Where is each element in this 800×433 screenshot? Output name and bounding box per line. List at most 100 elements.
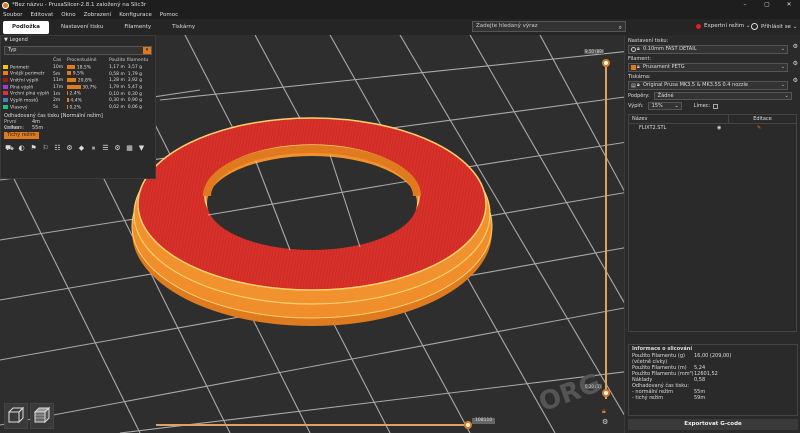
object-list: Název Editace FLIXT2.STL ◉ ✎ (628, 114, 797, 332)
feature-color-swatch (3, 77, 8, 82)
sliced-object-ring[interactable] (131, 117, 493, 326)
supports-label: Podpěry: (628, 93, 650, 99)
travel-icon[interactable]: ⛟ (4, 144, 15, 154)
tab-bar: Podložka Nastavení tisku Filamenty Tiská… (0, 19, 800, 35)
edit-icon[interactable]: ✎ (757, 124, 761, 132)
feature-weight: 0,90 g (127, 98, 143, 104)
list-item[interactable]: FLIXT2.STL ◉ ✎ (629, 124, 796, 132)
tab-plater[interactable]: Podložka (3, 20, 49, 34)
deretractions-icon[interactable]: ⚐ (40, 144, 51, 154)
supports-row: Podpěry: Žádné ⌄ (625, 91, 800, 101)
menu-edit[interactable]: Editovat (30, 12, 53, 18)
legend-row[interactable]: Výplň mostů 2m 4,4% 0,30 m 0,90 g (3, 97, 155, 104)
tab-print-settings[interactable]: Nastavení tisku (52, 21, 112, 34)
legend-row[interactable]: Vlasový 5s 0,2% 0,02 m 0,06 g (3, 104, 155, 111)
menu-help[interactable]: Pomoc (160, 12, 178, 18)
supports-select[interactable]: Žádné ⌄ (653, 92, 792, 100)
printer-profile-select[interactable]: ▤ 🔒︎ Original Prusa MK3.5 & MK3.5S 0.4 n… (628, 81, 788, 90)
object-name: FLIXT2.STL (639, 125, 667, 131)
feature-percent: 0,2% (69, 105, 81, 111)
lock-icon[interactable]: 🔒︎ (602, 407, 606, 416)
feature-time: 10m (53, 64, 64, 70)
menu-configuration[interactable]: Konfigurace (119, 12, 152, 18)
layer-slider-top-knob[interactable] (602, 59, 610, 67)
feature-weight: 1,79 g (127, 71, 143, 77)
feature-name: Vlasový (10, 105, 28, 111)
feature-color-swatch (3, 64, 8, 69)
legend-panel: ▼ Legend Typ ▾ Čas Procentuálně Použito … (0, 35, 156, 179)
cog-icon[interactable]: ⚙ (112, 144, 123, 154)
login-button[interactable]: Přihlásit se ⌄ (751, 23, 797, 30)
feature-length: 0,10 m (109, 91, 125, 97)
move-slider[interactable] (156, 421, 472, 429)
feature-time: 17m (53, 84, 64, 90)
3d-view-button[interactable] (4, 403, 28, 429)
custom-gcodes-icon[interactable]: ☰ (100, 144, 111, 154)
legend-row[interactable]: Vnější perimetr 5m 9,5% 0,58 m 1,79 g (3, 71, 155, 78)
feature-percent: 20,8% (77, 78, 93, 84)
tool-marker-icon[interactable]: ▼ (136, 144, 147, 154)
seams-icon[interactable]: ☷ (52, 144, 63, 154)
tab-printers[interactable]: Tiskárny (163, 21, 204, 34)
search-icon[interactable]: ⌕ (619, 23, 622, 32)
maximize-button[interactable]: ▢ (756, 0, 778, 10)
percent-bar (67, 64, 76, 69)
tool-changes-icon[interactable]: ⚙ (64, 144, 75, 154)
feature-name: Výplň mostů (10, 98, 39, 104)
minimize-button[interactable]: – (734, 0, 756, 10)
infill-select[interactable]: 15% ⌄ (647, 102, 682, 110)
move-slider-knob[interactable] (464, 421, 472, 429)
menu-window[interactable]: Okno (61, 12, 75, 18)
printer-icon: ▤ (631, 83, 636, 89)
brim-checkbox[interactable] (713, 103, 719, 109)
lock-icon: 🔒︎ (637, 82, 640, 88)
feature-length: 0,30 m (109, 98, 125, 104)
window-title: *Bez názvu - PrusaSlicer-2.8.1 založený … (12, 2, 147, 8)
legend-row[interactable]: Vrchní plná výplň 1m 2,4% 0,10 m 0,30 g (3, 91, 155, 98)
search-input[interactable]: Zadejte hledaný výraz ⌕ (472, 21, 626, 32)
menu-view[interactable]: Zobrazení (84, 12, 112, 18)
print-settings-gear-icon[interactable]: ⚙ (793, 43, 798, 50)
feature-time: 1m (53, 91, 61, 97)
legend-type-select[interactable]: Typ ▾ (4, 46, 152, 55)
color-changes-icon[interactable]: ◆ (76, 144, 87, 154)
feature-weight: 3,92 g (127, 78, 143, 84)
info-line: - tichý režim 59m (632, 395, 706, 401)
tab-filaments[interactable]: Filamenty (115, 21, 160, 34)
filament-gear-icon[interactable]: ⚙ (793, 60, 798, 67)
menu-file[interactable]: Soubor (3, 12, 22, 18)
legend-row[interactable]: Plná výplň 17m 30,7% 1,79 m 5,47 g (3, 84, 155, 91)
preview-view-button[interactable] (30, 403, 54, 429)
search-placeholder: Zadejte hledaný výraz (476, 23, 538, 29)
silent-mode-button[interactable]: Tichý režim (4, 131, 39, 139)
feature-time: 5s (53, 104, 59, 110)
eye-icon[interactable]: ◉ (717, 124, 757, 132)
printer-gear-icon[interactable]: ⚙ (793, 77, 798, 84)
menu-bar: Soubor Editovat Okno Zobrazení Konfigura… (0, 10, 800, 19)
shells-icon[interactable]: ▦ (124, 144, 135, 154)
filament-color-swatch[interactable] (631, 65, 636, 70)
printer-label: Tiskárna: (628, 74, 651, 80)
close-button[interactable]: ✕ (778, 0, 800, 10)
retractions-icon[interactable]: ⚑ (28, 144, 39, 154)
settings-icon[interactable]: ⚙ (602, 418, 608, 426)
pause-prints-icon[interactable]: ⏸ (88, 144, 99, 154)
feature-name: Vrchní plná výplň (10, 91, 50, 97)
filament-label: Filament: (628, 56, 652, 62)
chevron-down-icon: ⌄ (790, 23, 798, 30)
cube-icon (7, 406, 25, 424)
legend-header[interactable]: ▼ Legend (1, 36, 155, 44)
percent-bar (67, 98, 69, 103)
feature-length: 0,58 m (109, 71, 125, 77)
layer-slider-bottom-knob[interactable] (602, 389, 610, 397)
filament-profile-select[interactable]: 🔒︎ Prusament PETG ⌄ (628, 63, 788, 72)
mode-selector[interactable]: Expertní režim ⌄ (696, 23, 750, 29)
feature-color-swatch (3, 84, 8, 89)
layer-slider[interactable] (602, 59, 610, 399)
export-gcode-button[interactable]: Exportovat G-code (628, 419, 798, 430)
print-profile-select[interactable]: 🔒︎ 0.10mm FAST DETAIL ⌄ (628, 45, 788, 54)
wipe-icon[interactable]: ◐ (16, 144, 27, 154)
legend-row[interactable]: Perimetr 10m 18,5% 1,17 m 3,57 g (3, 64, 155, 71)
feature-time: 11m (53, 78, 64, 84)
legend-row[interactable]: Vnitřní výplň 11m 20,8% 1,28 m 3,92 g (3, 77, 155, 84)
